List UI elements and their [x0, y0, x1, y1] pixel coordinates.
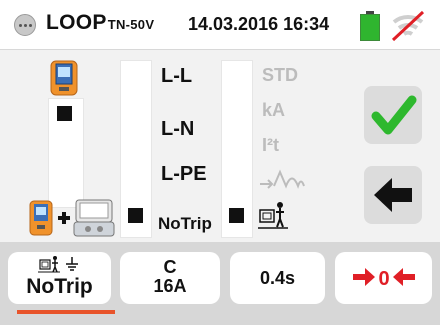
check-icon	[371, 95, 417, 135]
option-i2t[interactable]: I²t	[262, 135, 279, 156]
option-ka[interactable]: kA	[262, 100, 285, 121]
wifi-off-icon	[391, 10, 425, 42]
breaker-rating-label: 16A	[153, 276, 187, 296]
protection-label: NoTrip	[26, 275, 93, 298]
zero-calibration-icon: 0	[353, 268, 415, 290]
battery-icon	[360, 11, 380, 41]
title-main: LOOP	[46, 11, 107, 34]
meter-icon[interactable]	[50, 60, 78, 96]
mode-notrip[interactable]: NoTrip	[158, 214, 212, 234]
option-std[interactable]: STD	[262, 65, 298, 86]
meter-plus-adapter-icon[interactable]	[28, 196, 120, 240]
zero-calibration-button[interactable]: 0	[335, 252, 432, 304]
trip-time-label: 0.4s	[259, 268, 296, 288]
zero-label: 0	[378, 268, 389, 290]
protection-button[interactable]: NoTrip	[8, 252, 111, 304]
menu-icon[interactable]	[14, 14, 36, 36]
mode-l-pe[interactable]: L-PE	[161, 163, 207, 186]
page-title: LOOPTN-50V	[46, 11, 154, 35]
curve-icon[interactable]	[258, 168, 308, 190]
active-tab-indicator	[17, 310, 115, 314]
breaker-curve-label: C	[163, 257, 177, 277]
option-selector[interactable]	[229, 208, 244, 223]
header-bar: LOOPTN-50V 14.03.2016 16:34	[0, 0, 440, 50]
trip-time-button[interactable]: 0.4s	[230, 252, 325, 304]
back-arrow-icon	[374, 178, 412, 212]
mode-l-n[interactable]: L-N	[161, 118, 194, 141]
instrument-selector[interactable]	[57, 106, 72, 121]
person-earth-icon[interactable]	[258, 200, 288, 230]
breaker-button[interactable]: C 16A	[120, 252, 220, 304]
confirm-button[interactable]	[364, 86, 422, 144]
datetime-display: 14.03.2016 16:34	[188, 14, 330, 34]
title-system: TN-50V	[107, 17, 155, 32]
person-earth-icon	[38, 256, 78, 273]
mode-l-l[interactable]: L-L	[161, 65, 192, 88]
back-button[interactable]	[364, 166, 422, 224]
mode-selector[interactable]	[128, 208, 143, 223]
